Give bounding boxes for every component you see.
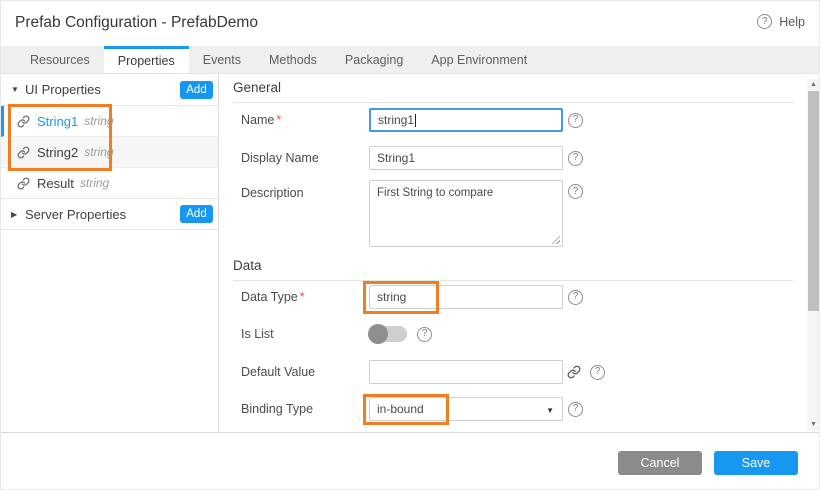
help-label: Help (779, 15, 805, 29)
binding-type-row: Binding Type in-bound ▼ ? (220, 397, 820, 421)
default-value-input[interactable] (369, 360, 563, 384)
cancel-button[interactable]: Cancel (618, 451, 702, 475)
server-properties-section-header[interactable]: ▶ Server Properties Add (1, 198, 218, 230)
sidebar-item-string2[interactable]: String2 string (1, 137, 218, 168)
name-label: Name* (241, 113, 281, 127)
property-type: string (84, 145, 113, 159)
sidebar-item-string1[interactable]: String1 string (1, 106, 218, 137)
properties-sidebar: ▼ UI Properties Add String1 string Strin… (1, 74, 219, 432)
dialog-title: Prefab Configuration - PrefabDemo (15, 14, 258, 32)
default-value-row: Default Value ? (220, 360, 820, 384)
help-circle-icon: ? (757, 14, 772, 29)
description-help-icon[interactable]: ? (568, 184, 583, 199)
binding-type-select[interactable]: in-bound ▼ (369, 397, 563, 421)
scroll-up-icon[interactable]: ▲ (807, 79, 820, 91)
name-help-icon[interactable]: ? (568, 113, 583, 128)
toggle-knob (368, 324, 388, 344)
tab-properties[interactable]: Properties (104, 46, 189, 73)
general-section-heading: General (233, 80, 793, 103)
property-type: string (80, 176, 109, 190)
server-properties-label: Server Properties (25, 207, 126, 222)
ui-properties-section-header[interactable]: ▼ UI Properties Add (1, 74, 218, 106)
default-value-help-icon[interactable]: ? (590, 365, 605, 380)
dialog-header: Prefab Configuration - PrefabDemo ? Help (1, 1, 819, 46)
data-type-help-icon[interactable]: ? (568, 290, 583, 305)
sidebar-item-result[interactable]: Result string (1, 168, 218, 199)
link-icon (17, 146, 30, 159)
property-name: Result (37, 176, 74, 191)
description-textarea[interactable]: First String to compare (369, 180, 563, 247)
binding-type-label: Binding Type (241, 402, 313, 416)
help-button[interactable]: ? Help (757, 14, 805, 29)
property-name: String1 (37, 114, 78, 129)
tab-bar: Resources Properties Events Methods Pack… (1, 46, 819, 74)
description-label: Description (241, 186, 304, 200)
data-type-input[interactable]: string (369, 285, 563, 309)
is-list-row: Is List ? (220, 324, 820, 344)
prefab-configuration-dialog: Prefab Configuration - PrefabDemo ? Help… (0, 0, 820, 490)
property-type: string (84, 114, 113, 128)
tab-events[interactable]: Events (189, 46, 255, 73)
add-ui-property-button[interactable]: Add (180, 81, 213, 99)
caret-down-icon: ▼ (11, 85, 25, 94)
bind-link-icon[interactable] (567, 365, 581, 379)
tab-methods[interactable]: Methods (255, 46, 331, 73)
display-name-row: Display Name String1 ? (220, 146, 820, 170)
data-type-row: Data Type* string ? (220, 285, 820, 309)
is-list-toggle[interactable] (369, 326, 407, 342)
tab-packaging[interactable]: Packaging (331, 46, 417, 73)
ui-properties-label: UI Properties (25, 82, 101, 97)
is-list-label: Is List (241, 327, 274, 341)
dropdown-arrow-icon: ▼ (546, 406, 554, 415)
display-name-help-icon[interactable]: ? (568, 151, 583, 166)
display-name-label: Display Name (241, 151, 319, 165)
tab-resources[interactable]: Resources (16, 46, 104, 73)
binding-type-help-icon[interactable]: ? (568, 402, 583, 417)
display-name-input[interactable]: String1 (369, 146, 563, 170)
dialog-body: ▼ UI Properties Add String1 string Strin… (1, 74, 819, 432)
scrollbar-thumb[interactable] (808, 91, 819, 311)
data-section-heading: Data (233, 258, 793, 281)
save-button[interactable]: Save (714, 451, 798, 475)
required-asterisk: * (276, 113, 281, 127)
caret-right-icon: ▶ (11, 210, 25, 219)
property-name: String2 (37, 145, 78, 160)
required-asterisk: * (300, 290, 305, 304)
text-cursor (415, 114, 416, 127)
add-server-property-button[interactable]: Add (180, 205, 213, 223)
data-type-label: Data Type* (241, 290, 305, 304)
vertical-scrollbar[interactable]: ▲ ▼ (807, 79, 820, 431)
default-value-label: Default Value (241, 365, 315, 379)
property-form: General Name* string1 ? Display Name Str… (220, 74, 820, 432)
resize-handle-icon[interactable] (551, 235, 560, 244)
link-icon (17, 177, 30, 190)
name-input[interactable]: string1 (369, 108, 563, 132)
is-list-help-icon[interactable]: ? (417, 327, 432, 342)
link-icon (17, 115, 30, 128)
dialog-footer: Cancel Save (1, 432, 819, 490)
scroll-down-icon[interactable]: ▼ (807, 419, 820, 431)
tab-app-environment[interactable]: App Environment (417, 46, 541, 73)
name-row: Name* string1 ? (220, 108, 820, 132)
